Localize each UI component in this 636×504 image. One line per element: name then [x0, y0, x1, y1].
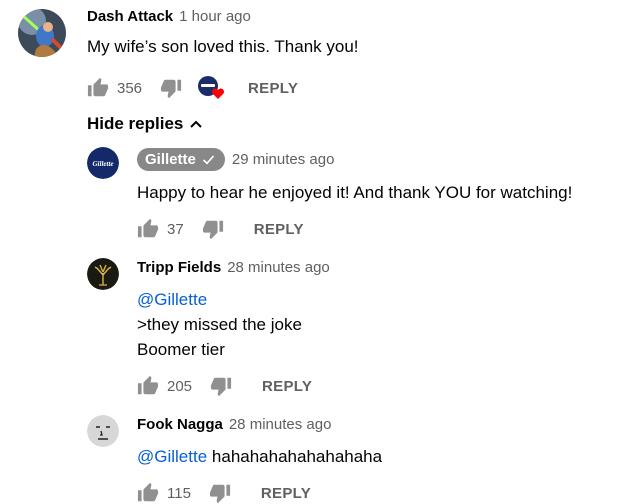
verified-author-badge[interactable]: Gillette: [137, 148, 225, 171]
face-avatar-image: [87, 415, 119, 447]
reply-timestamp[interactable]: 28 minutes ago: [227, 259, 330, 276]
like-count: 115: [167, 484, 191, 502]
reply-text-line: Boomer tier: [137, 340, 225, 359]
like-button[interactable]: [137, 482, 159, 504]
reply-avatar-fook-nagga[interactable]: [87, 415, 119, 447]
thumb-up-icon: [137, 375, 159, 395]
comment-timestamp[interactable]: 1 hour ago: [179, 8, 251, 25]
reply-button[interactable]: REPLY: [261, 485, 311, 502]
like-button[interactable]: [137, 218, 159, 240]
like-button[interactable]: [87, 77, 109, 99]
tree-avatar-image: [87, 258, 119, 290]
mention-link[interactable]: @Gillette: [137, 287, 207, 312]
reply-author: Gillette: [145, 151, 196, 168]
hide-replies-label: Hide replies: [87, 114, 184, 133]
gillette-logo-avatar: Gillette: [87, 147, 119, 179]
like-button[interactable]: [137, 375, 159, 397]
creator-heart-icon: [198, 76, 225, 99]
hide-replies-button[interactable]: Hide replies: [87, 114, 203, 134]
dislike-button[interactable]: [202, 218, 224, 240]
reply-avatar-tripp-fields[interactable]: [87, 258, 119, 290]
dislike-button[interactable]: [209, 482, 231, 504]
reply-button[interactable]: REPLY: [248, 80, 298, 97]
mention-link[interactable]: @Gillette: [137, 447, 207, 466]
avatar[interactable]: [18, 9, 66, 57]
avatar-image: [18, 9, 66, 57]
like-count: 205: [167, 377, 193, 395]
reply-text-line: >they missed the joke: [137, 315, 302, 334]
gillette-logo-text: Gillette: [93, 160, 114, 168]
reply-button[interactable]: REPLY: [254, 221, 304, 238]
reply-text: @Gillette hahahahahahahahaha: [137, 444, 382, 469]
reply-button[interactable]: REPLY: [262, 378, 312, 395]
reply-avatar-gillette[interactable]: Gillette: [87, 147, 119, 179]
thumb-down-icon: [210, 377, 232, 397]
reply-text: Happy to hear he enjoyed it! And thank Y…: [137, 183, 573, 202]
thumb-up-icon: [137, 218, 159, 238]
thumb-up-icon: [137, 482, 159, 502]
dislike-button[interactable]: [160, 77, 182, 99]
like-count: 356: [117, 79, 143, 97]
thumb-down-icon: [209, 484, 231, 504]
reply-text-body: hahahahahahahahaha: [211, 447, 383, 466]
like-count: 37: [167, 220, 184, 238]
reply-author[interactable]: Tripp Fields: [137, 259, 221, 276]
dislike-button[interactable]: [210, 375, 232, 397]
thumb-down-icon: [160, 79, 182, 99]
reply-author[interactable]: Fook Nagga: [137, 416, 223, 433]
verified-check-icon: [202, 155, 214, 165]
creator-heart-badge: [196, 75, 226, 101]
thumb-down-icon: [202, 220, 223, 240]
reply-timestamp[interactable]: 28 minutes ago: [229, 416, 332, 433]
comment-author[interactable]: Dash Attack: [87, 8, 173, 25]
reply-timestamp[interactable]: 29 minutes ago: [232, 151, 335, 168]
chevron-up-icon: [190, 120, 203, 128]
thumb-up-icon: [87, 77, 109, 97]
comment-text: My wife’s son loved this. Thank you!: [87, 37, 359, 56]
